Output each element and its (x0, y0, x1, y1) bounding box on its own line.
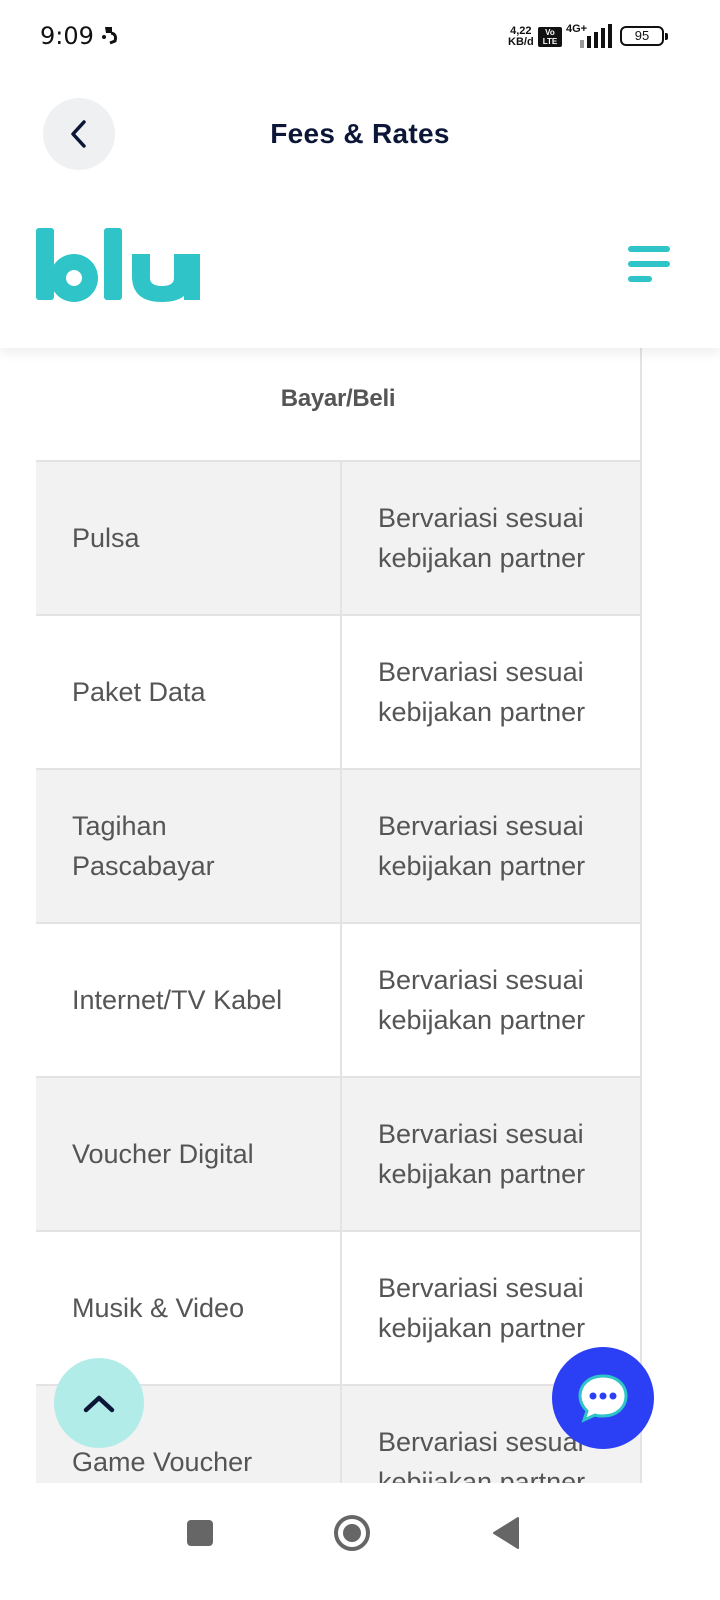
status-time: 9:09 (40, 22, 94, 50)
blu-logo[interactable] (34, 224, 202, 304)
volte-badge: Vo LTE (538, 27, 562, 47)
triangle-back-icon (493, 1517, 519, 1549)
battery-icon: 95 (620, 26, 668, 46)
table-row: Musik & Video Bervariasi sesuai kebijaka… (36, 1232, 640, 1386)
battery-level: 95 (634, 28, 650, 43)
fee-value: Bervariasi sesuai kebijakan partner (378, 1119, 586, 1189)
back-nav-button[interactable] (478, 1505, 534, 1561)
table-row: Voucher Digital Bervariasi sesuai kebija… (36, 1078, 640, 1232)
notification-icon (102, 27, 117, 45)
hamburger-menu-icon[interactable] (626, 242, 672, 286)
signal-icon (580, 24, 612, 48)
table-row: Pulsa Bervariasi sesuai kebijakan partne… (36, 462, 640, 616)
page-title: Fees & Rates (270, 118, 450, 149)
site-banner (0, 198, 720, 348)
circle-icon (334, 1515, 370, 1551)
fee-value: Bervariasi sesuai kebijakan partner (378, 811, 586, 881)
navigation-bar (0, 1483, 720, 1600)
square-icon (187, 1520, 213, 1546)
app-header: Fees & Rates (0, 72, 720, 198)
chat-bubble-icon (578, 1374, 628, 1423)
network-speed-unit: KB/d (508, 36, 534, 48)
network-speed: 4,22 KB/d (508, 26, 534, 48)
fee-name: Tagihan Pascabayar (36, 770, 342, 922)
status-bar: 9:09 4,22 KB/d Vo LTE 4G+ 95 (0, 0, 720, 72)
fee-value: Bervariasi sesuai kebijakan partner (378, 657, 586, 727)
recents-button[interactable] (172, 1505, 228, 1561)
section-header: Bayar/Beli (36, 348, 640, 462)
chevron-up-icon (83, 1395, 115, 1413)
home-button[interactable] (324, 1505, 380, 1561)
table-row: Paket Data Bervariasi sesuai kebijakan p… (36, 616, 640, 770)
fee-value: Bervariasi sesuai kebijakan partner (378, 965, 586, 1035)
fee-name: Voucher Digital (36, 1078, 342, 1230)
table-row: Internet/TV Kabel Bervariasi sesuai kebi… (36, 924, 640, 1078)
volte-top: Vo (545, 28, 555, 37)
fees-table: Bayar/Beli Pulsa Bervariasi sesuai kebij… (36, 348, 642, 1483)
table-row: Tagihan Pascabayar Bervariasi sesuai keb… (36, 770, 640, 924)
volte-bottom: LTE (542, 37, 558, 46)
fee-name: Paket Data (36, 616, 342, 768)
fee-name: Pulsa (36, 462, 342, 614)
fee-name: Internet/TV Kabel (36, 924, 342, 1076)
scroll-to-top-button[interactable] (54, 1358, 144, 1448)
chat-button[interactable] (552, 1347, 654, 1449)
fee-value: Bervariasi sesuai kebijakan partner (378, 503, 586, 573)
